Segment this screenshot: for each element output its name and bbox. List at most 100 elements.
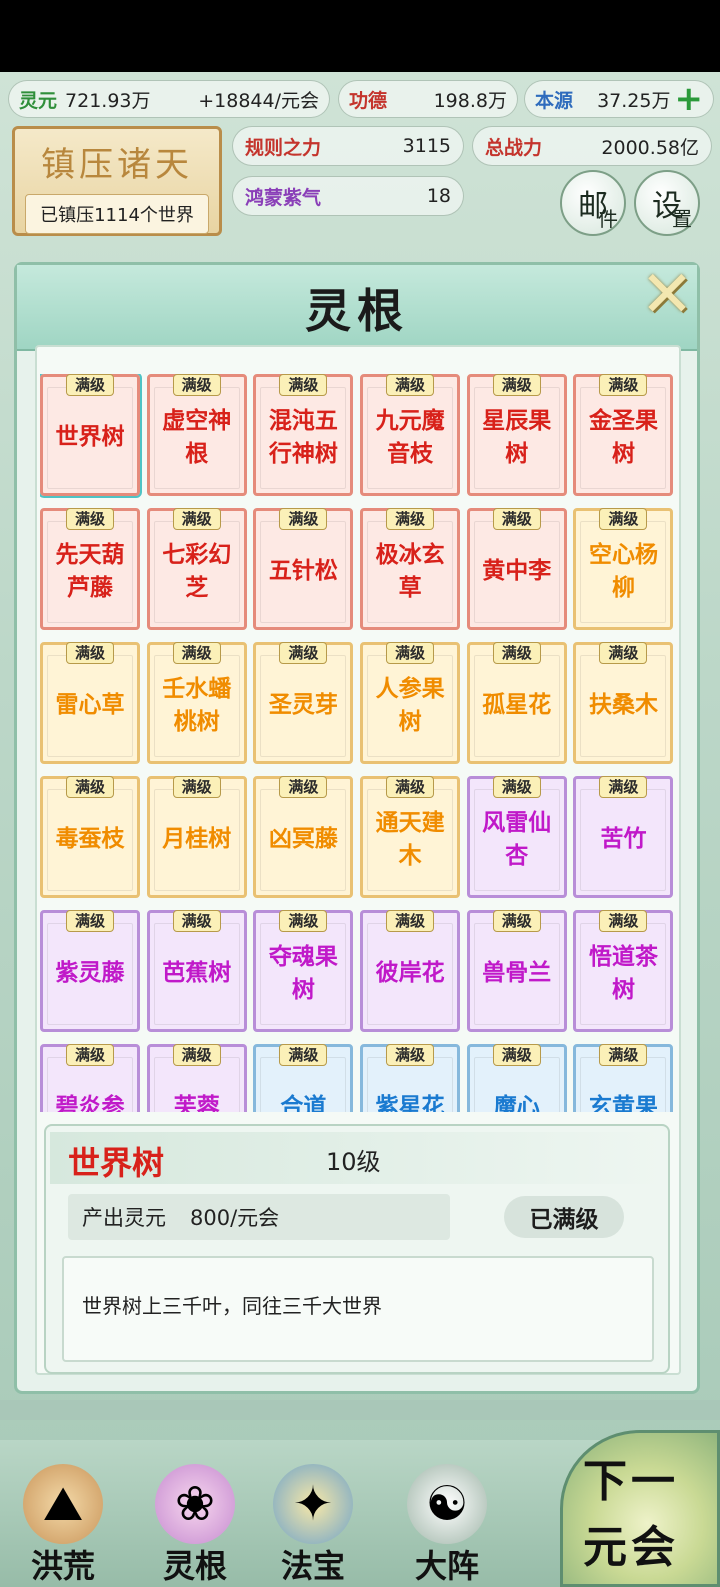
spirit-root-list[interactable]: 满级 世界树 满级 虚空神根 满级 混沌五行神树 满级 九元魔音枝 满级 星辰果树 满级 金圣果树 满级… (40, 374, 676, 1112)
card-name: 通天建木 (375, 809, 445, 869)
spirit-root-card[interactable]: 满级 虚空神根 (146, 374, 247, 496)
max-level-badge: 满级 (65, 508, 115, 530)
spirit-root-card[interactable]: 满级 世界树 (40, 374, 142, 498)
spirit-root-card[interactable]: 满级 芭蕉树 (146, 910, 247, 1032)
card-name: 虚空神根 (162, 407, 232, 467)
spirit-root-card[interactable]: 满级 雷心草 (40, 642, 140, 764)
spirit-root-card[interactable]: 满级 先天葫芦藤 (40, 508, 140, 630)
nav-dazhen-label: 大阵 (414, 1547, 479, 1585)
card-name: 月桂树 (162, 826, 232, 853)
card-name: 玄黄果 (588, 1094, 658, 1112)
spirit-root-card[interactable]: 满级 月桂树 (146, 776, 247, 898)
max-level-badge: 满级 (279, 642, 328, 664)
nav-dazhen[interactable]: ☯ 大阵 (392, 1458, 502, 1587)
spirit-root-card[interactable]: 满级 人参果树 (360, 642, 461, 764)
spirit-root-card[interactable]: 满级 凶冥藤 (253, 776, 354, 898)
card-name: 合道 (280, 1094, 327, 1112)
max-level-badge: 满级 (386, 1044, 435, 1066)
spirit-root-card[interactable]: 满级 芙蓉 (146, 1044, 247, 1112)
max-level-badge: 满级 (386, 910, 435, 932)
max-level-badge: 满级 (172, 776, 221, 798)
spirit-root-card[interactable]: 满级 碧炎参 (40, 1044, 140, 1112)
spirit-root-card[interactable]: 满级 苦竹 (573, 776, 674, 898)
spirit-root-card[interactable]: 满级 毒蚕枝 (40, 776, 140, 898)
spirit-root-grid: 满级 世界树 满级 虚空神根 满级 混沌五行神树 满级 九元魔音枝 满级 星辰果树 满级 金圣果树 满级… (40, 374, 676, 1112)
suppress-title: 镇压诸天 (41, 145, 193, 185)
max-level-badge: 满级 (492, 508, 541, 530)
spirit-root-card[interactable]: 满级 五针松 (253, 508, 354, 630)
max-level-badge: 满级 (65, 910, 115, 932)
spirit-root-card[interactable]: 满级 孤星花 (466, 642, 567, 764)
lingyuan-resource: 灵元 721.93万 +18844/元会 (8, 80, 330, 118)
card-name: 紫灵藤 (55, 960, 125, 987)
spirit-root-card[interactable]: 满级 风雷仙杏 (466, 776, 567, 898)
spirit-root-card[interactable]: 满级 紫星花 (360, 1044, 461, 1112)
spirit-root-card[interactable]: 满级 彼岸花 (360, 910, 461, 1032)
spirit-root-card[interactable]: 满级 悟道茶树 (573, 910, 674, 1032)
card-name: 极冰玄草 (375, 541, 445, 601)
card-name: 七彩幻芝 (162, 541, 232, 601)
mail-sub-char: 件 (598, 207, 618, 231)
spirit-root-card[interactable]: 满级 空心杨柳 (573, 508, 674, 630)
spirit-root-card[interactable]: 满级 玄黄果 (573, 1044, 674, 1112)
spirit-root-card[interactable]: 满级 星辰果树 (466, 374, 567, 496)
spirit-root-card[interactable]: 满级 扶桑木 (573, 642, 674, 764)
nav-fabao[interactable]: ✦ 法宝 (258, 1458, 368, 1587)
description-box: 世界树上三千叶，同往三千大世界 (62, 1256, 654, 1362)
settings-button[interactable]: 设 置 (634, 170, 700, 236)
spirit-root-card[interactable]: 满级 魔心 (466, 1044, 567, 1112)
nav-honghuang[interactable]: ⛰ 洪荒 (8, 1458, 118, 1587)
card-name: 紫星花 (375, 1094, 445, 1112)
card-name: 金圣果树 (588, 407, 658, 467)
lingyuan-value: 721.93万 (65, 89, 151, 112)
max-level-badge: 满级 (279, 910, 328, 932)
add-benyuan-button[interactable]: + (675, 82, 704, 116)
output-row: 产出灵元 800/元会 (68, 1194, 450, 1240)
lingyuan-label: 灵元 (19, 89, 58, 112)
total-power-stat: 总战力 2000.58亿 (472, 126, 712, 166)
spirit-root-card[interactable]: 满级 通天建木 (360, 776, 461, 898)
spirit-root-card[interactable]: 满级 圣灵芽 (253, 642, 354, 764)
spirit-root-card[interactable]: 满级 紫灵藤 (40, 910, 140, 1032)
spirit-root-card[interactable]: 满级 夺魂果树 (253, 910, 354, 1032)
spirit-root-card[interactable]: 满级 混沌五行神树 (253, 374, 354, 496)
max-level-badge: 满级 (65, 642, 115, 664)
spirit-root-card[interactable]: 满级 黄中李 (466, 508, 567, 630)
spirit-root-card[interactable]: 满级 壬水蟠桃树 (146, 642, 247, 764)
max-level-badge: 满级 (492, 1044, 541, 1066)
max-level-badge: 满级 (279, 776, 328, 798)
modal-header: 灵根 ✕ (17, 263, 697, 351)
close-button[interactable]: ✕ (637, 263, 697, 327)
spirit-root-card[interactable]: 满级 合道 (253, 1044, 354, 1112)
next-era-line1: 下一 (583, 1456, 679, 1507)
max-level-badge: 满级 (172, 508, 221, 530)
benyuan-resource: 本源 37.25万 + (524, 80, 714, 118)
status-bar (0, 0, 720, 72)
taiji-icon: ☯ (407, 1464, 487, 1544)
lingyuan-rate: +18844/元会 (198, 89, 319, 112)
spirit-root-card[interactable]: 满级 九元魔音枝 (360, 374, 461, 496)
card-name: 圣灵芽 (268, 692, 338, 719)
card-name: 孤星花 (482, 692, 552, 719)
card-name: 混沌五行神树 (268, 407, 338, 467)
description-text: 世界树上三千叶，同往三千大世界 (82, 1294, 382, 1318)
suppress-worlds-box[interactable]: 镇压诸天 已镇压1114个世界 (12, 126, 222, 236)
hongmeng-label: 鸿蒙紫气 (245, 186, 322, 209)
mail-button[interactable]: 邮 件 (560, 170, 626, 236)
card-name: 苦竹 (600, 826, 647, 853)
spirit-root-card[interactable]: 满级 金圣果树 (573, 374, 674, 496)
card-name: 黄中李 (482, 558, 552, 585)
benyuan-label: 本源 (535, 89, 574, 112)
next-era-button[interactable]: 下一 元会 (560, 1430, 720, 1587)
spirit-root-card[interactable]: 满级 七彩幻芝 (146, 508, 247, 630)
nav-fabao-label: 法宝 (280, 1547, 345, 1585)
spirit-root-card[interactable]: 满级 兽骨兰 (466, 910, 567, 1032)
rule-power-value: 3115 (402, 135, 451, 157)
spirit-root-card[interactable]: 满级 极冰玄草 (360, 508, 461, 630)
max-level-badge: 满级 (172, 910, 221, 932)
treasure-icon: ✦ (273, 1464, 353, 1544)
maxed-button[interactable]: 已满级 (504, 1196, 624, 1238)
nav-linggen[interactable]: ❀ 灵根 (140, 1458, 250, 1587)
card-name: 先天葫芦藤 (55, 541, 125, 601)
max-level-badge: 满级 (65, 1044, 115, 1066)
